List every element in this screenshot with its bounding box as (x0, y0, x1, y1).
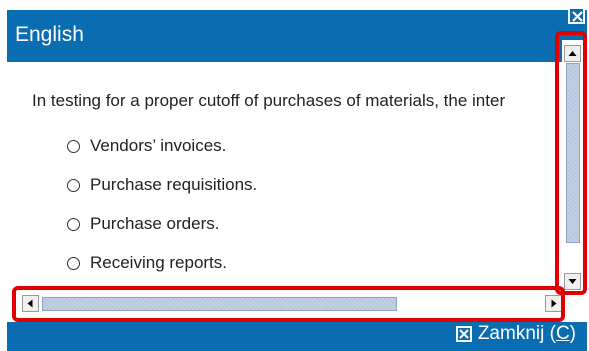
close-button[interactable]: Zamknij (C) (455, 323, 576, 345)
radio-button[interactable] (67, 178, 80, 192)
vertical-scrollbar[interactable] (562, 40, 584, 290)
answer-option[interactable]: Vendors’ invoices. (67, 130, 257, 162)
close-button-label: Zamknij (C) (477, 323, 576, 344)
question-content: In testing for a proper cutoff of purcha… (7, 62, 562, 296)
scroll-down-button[interactable] (564, 273, 581, 290)
scroll-left-button[interactable] (22, 295, 39, 312)
horizontal-scroll-thumb[interactable] (42, 297, 397, 311)
triangle-up-icon (568, 51, 577, 56)
scroll-right-button[interactable] (545, 295, 562, 312)
triangle-left-icon (27, 299, 33, 308)
answer-option[interactable]: Purchase requisitions. (67, 169, 257, 201)
scroll-up-button[interactable] (564, 45, 581, 62)
answer-option-label: Vendors’ invoices. (90, 136, 227, 155)
radio-button[interactable] (67, 256, 80, 270)
answer-option-label: Purchase requisitions. (90, 175, 258, 194)
dialog-title: English (15, 23, 84, 46)
radio-button[interactable] (67, 217, 80, 231)
title-bar: English (7, 10, 587, 62)
footer-bar: Zamknij (C) (7, 322, 587, 351)
vertical-scroll-thumb[interactable] (566, 63, 580, 243)
radio-button[interactable] (67, 139, 80, 153)
answer-option[interactable]: Receiving reports. (67, 247, 257, 279)
triangle-down-icon (568, 279, 577, 284)
horizontal-scrollbar[interactable] (22, 293, 562, 314)
triangle-right-icon (551, 299, 557, 308)
answer-option[interactable]: Purchase orders. (67, 208, 257, 240)
answer-option-label: Receiving reports. (90, 253, 228, 272)
question-text: In testing for a proper cutoff of purcha… (32, 91, 506, 110)
answer-options: Vendors’ invoices. Purchase requisitions… (67, 130, 257, 286)
close-icon[interactable] (568, 7, 585, 24)
close-box-icon (455, 326, 472, 342)
dialog-window: English In testing for a proper cutoff o… (0, 0, 589, 351)
answer-option-label: Purchase orders. (90, 214, 220, 233)
